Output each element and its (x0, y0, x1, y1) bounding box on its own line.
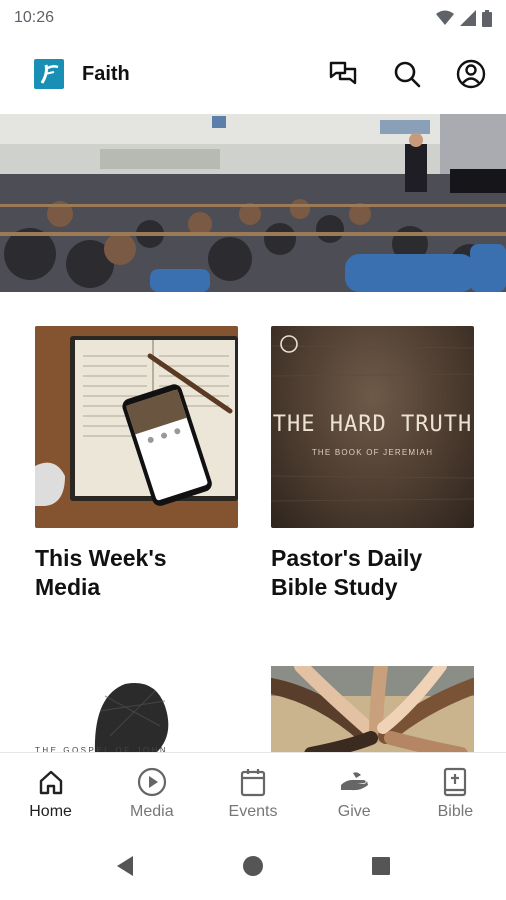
community-card[interactable] (271, 666, 474, 754)
play-circle-icon (137, 767, 167, 797)
home-icon (36, 767, 66, 797)
bible-phone-image[interactable] (35, 326, 238, 528)
app-actions (328, 59, 486, 89)
gospel-of-john-image[interactable]: THE GOSPEL OF JOHN (35, 666, 238, 754)
image-heading: THE HARD TRUTH (272, 412, 473, 437)
hard-truth-image[interactable]: THE HARD TRUTH THE BOOK OF JEREMIAH (271, 326, 474, 528)
nav-item-media[interactable]: Media (101, 753, 202, 832)
app-bar: Faith (0, 48, 506, 100)
chat-icon[interactable] (328, 59, 358, 89)
nav-item-events[interactable]: Events (202, 753, 303, 832)
battery-icon (482, 9, 492, 27)
image-subheading: THE BOOK OF JEREMIAH (311, 448, 434, 457)
nav-item-give[interactable]: Give (304, 753, 405, 832)
system-nav-bar (0, 832, 506, 900)
bottom-nav: Home Media Events Give Bible (0, 752, 506, 832)
media-card[interactable]: This Week's Media (35, 326, 238, 602)
nav-label: Bible (437, 803, 474, 820)
church-logo-icon[interactable] (34, 59, 64, 89)
bible-study-card[interactable]: THE HARD TRUTH THE BOOK OF JEREMIAH Past… (271, 326, 474, 602)
home-circle-icon[interactable] (241, 854, 265, 878)
gospel-card[interactable]: THE GOSPEL OF JOHN (35, 666, 238, 754)
nav-item-home[interactable]: Home (0, 753, 101, 832)
card-title: Pastor's Daily Bible Study (271, 545, 423, 600)
app-title: Faith (82, 62, 130, 85)
status-time: 10:26 (14, 9, 55, 26)
nav-label: Media (130, 803, 174, 820)
bible-icon (440, 767, 470, 797)
give-hand-icon (339, 767, 369, 797)
search-icon[interactable] (392, 59, 422, 89)
wifi-icon (436, 10, 454, 25)
recents-icon[interactable] (369, 854, 393, 878)
signal-icon (460, 10, 476, 26)
status-icons (436, 9, 492, 27)
nav-label: Home (29, 803, 72, 820)
nav-item-bible[interactable]: Bible (405, 753, 506, 832)
hands-together-image[interactable] (271, 666, 474, 754)
card-title: This Week's Media (35, 545, 167, 600)
calendar-icon (238, 767, 268, 797)
status-bar: 10:26 (0, 0, 506, 36)
nav-label: Events (228, 803, 278, 820)
back-icon[interactable] (113, 854, 137, 878)
account-icon[interactable] (456, 59, 486, 89)
nav-label: Give (337, 803, 371, 820)
hero-congregation-image[interactable] (0, 114, 506, 292)
